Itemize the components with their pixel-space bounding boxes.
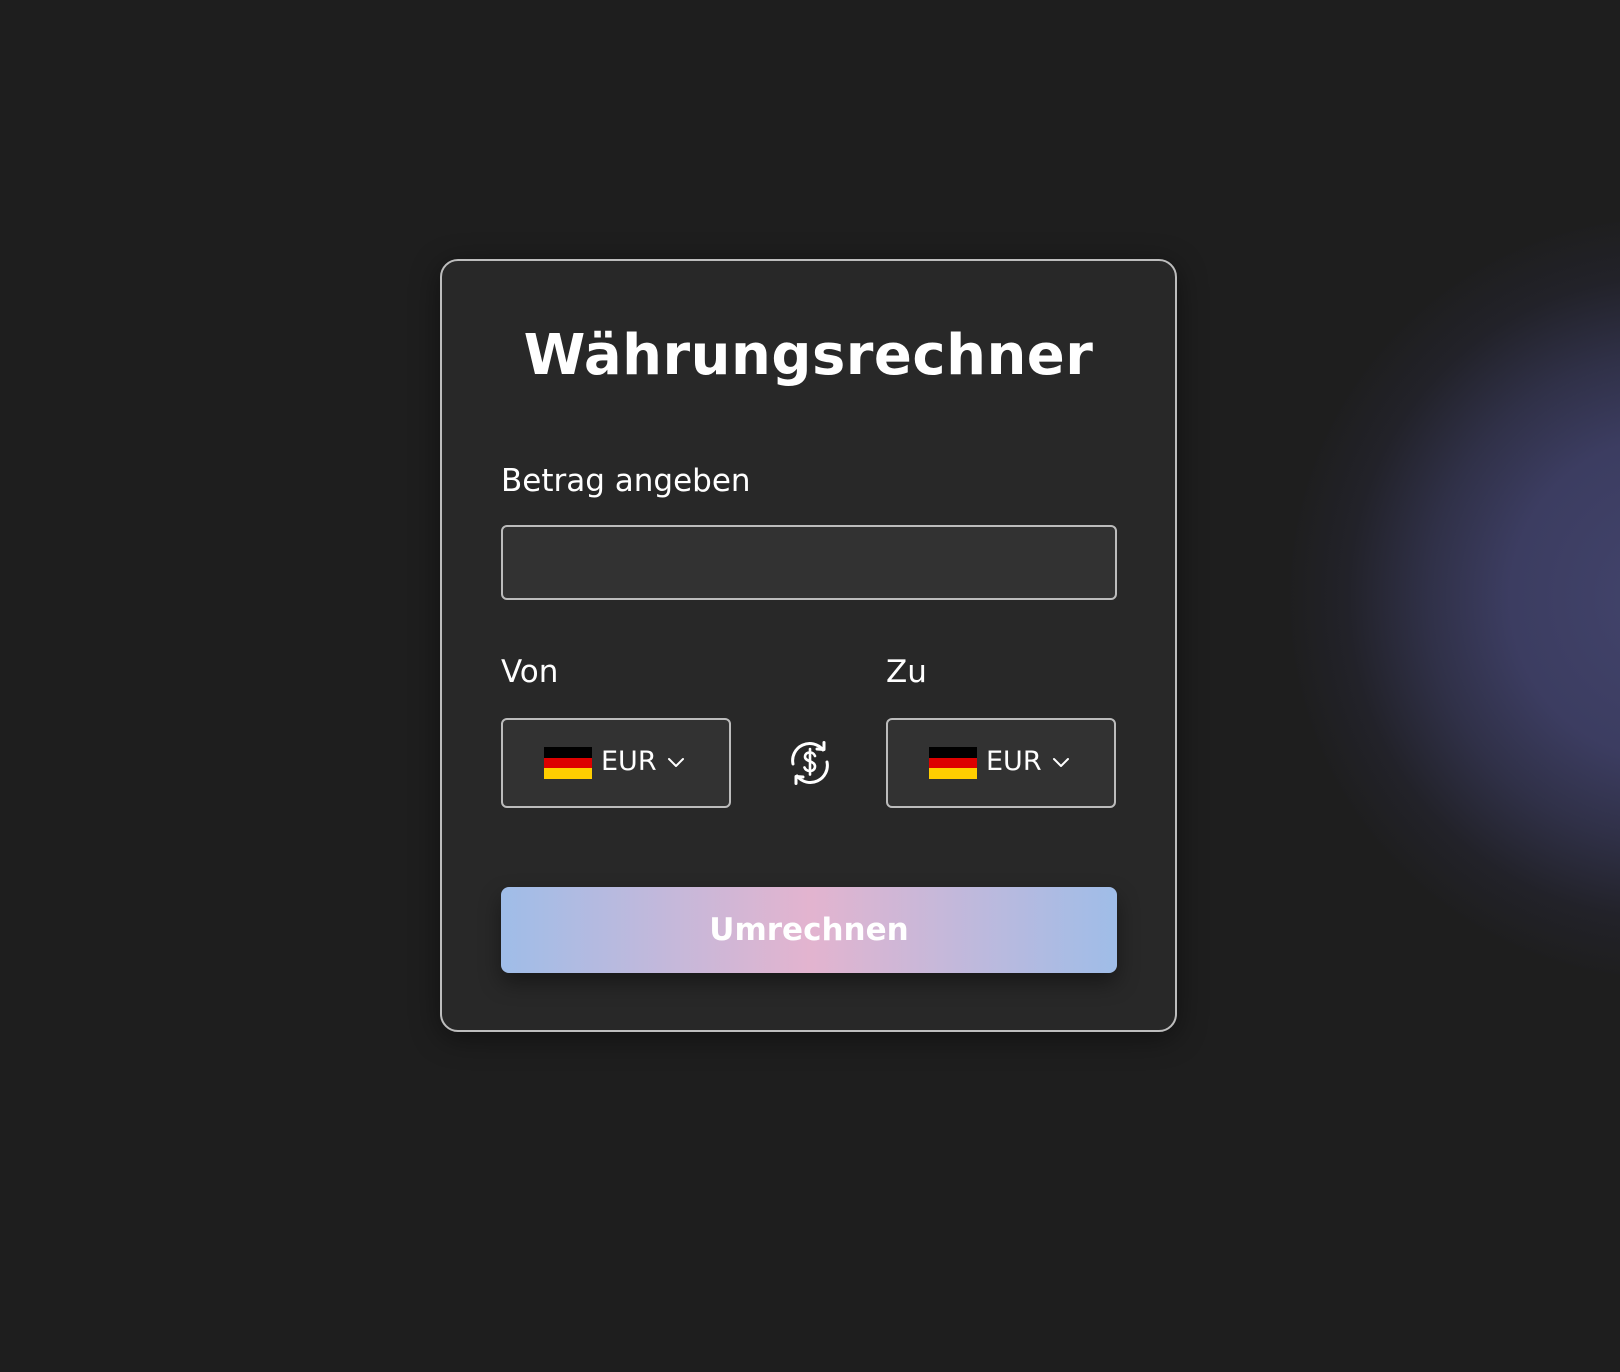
amount-label: Betrag angeben [501, 463, 751, 499]
to-label: Zu [886, 654, 927, 690]
chevron-down-icon [668, 758, 684, 767]
converter-card: Währungsrechner Betrag angeben Von EUR Z… [440, 259, 1177, 1032]
from-currency-code: EUR [601, 746, 657, 777]
page-title: Währungsrechner [523, 323, 1094, 388]
currency-swap-icon[interactable] [784, 737, 836, 789]
from-label: Von [501, 654, 559, 690]
amount-input[interactable] [501, 525, 1117, 600]
germany-flag-icon [544, 747, 592, 779]
page-background: Währungsrechner Betrag angeben Von EUR Z… [0, 0, 1620, 1372]
to-currency-select[interactable]: EUR [886, 718, 1116, 808]
germany-flag-icon [929, 747, 977, 779]
chevron-down-icon [1053, 758, 1069, 767]
to-currency-code: EUR [986, 746, 1042, 777]
background-glow [1290, 218, 1620, 978]
from-currency-select[interactable]: EUR [501, 718, 731, 808]
convert-button[interactable]: Umrechnen [501, 887, 1117, 973]
